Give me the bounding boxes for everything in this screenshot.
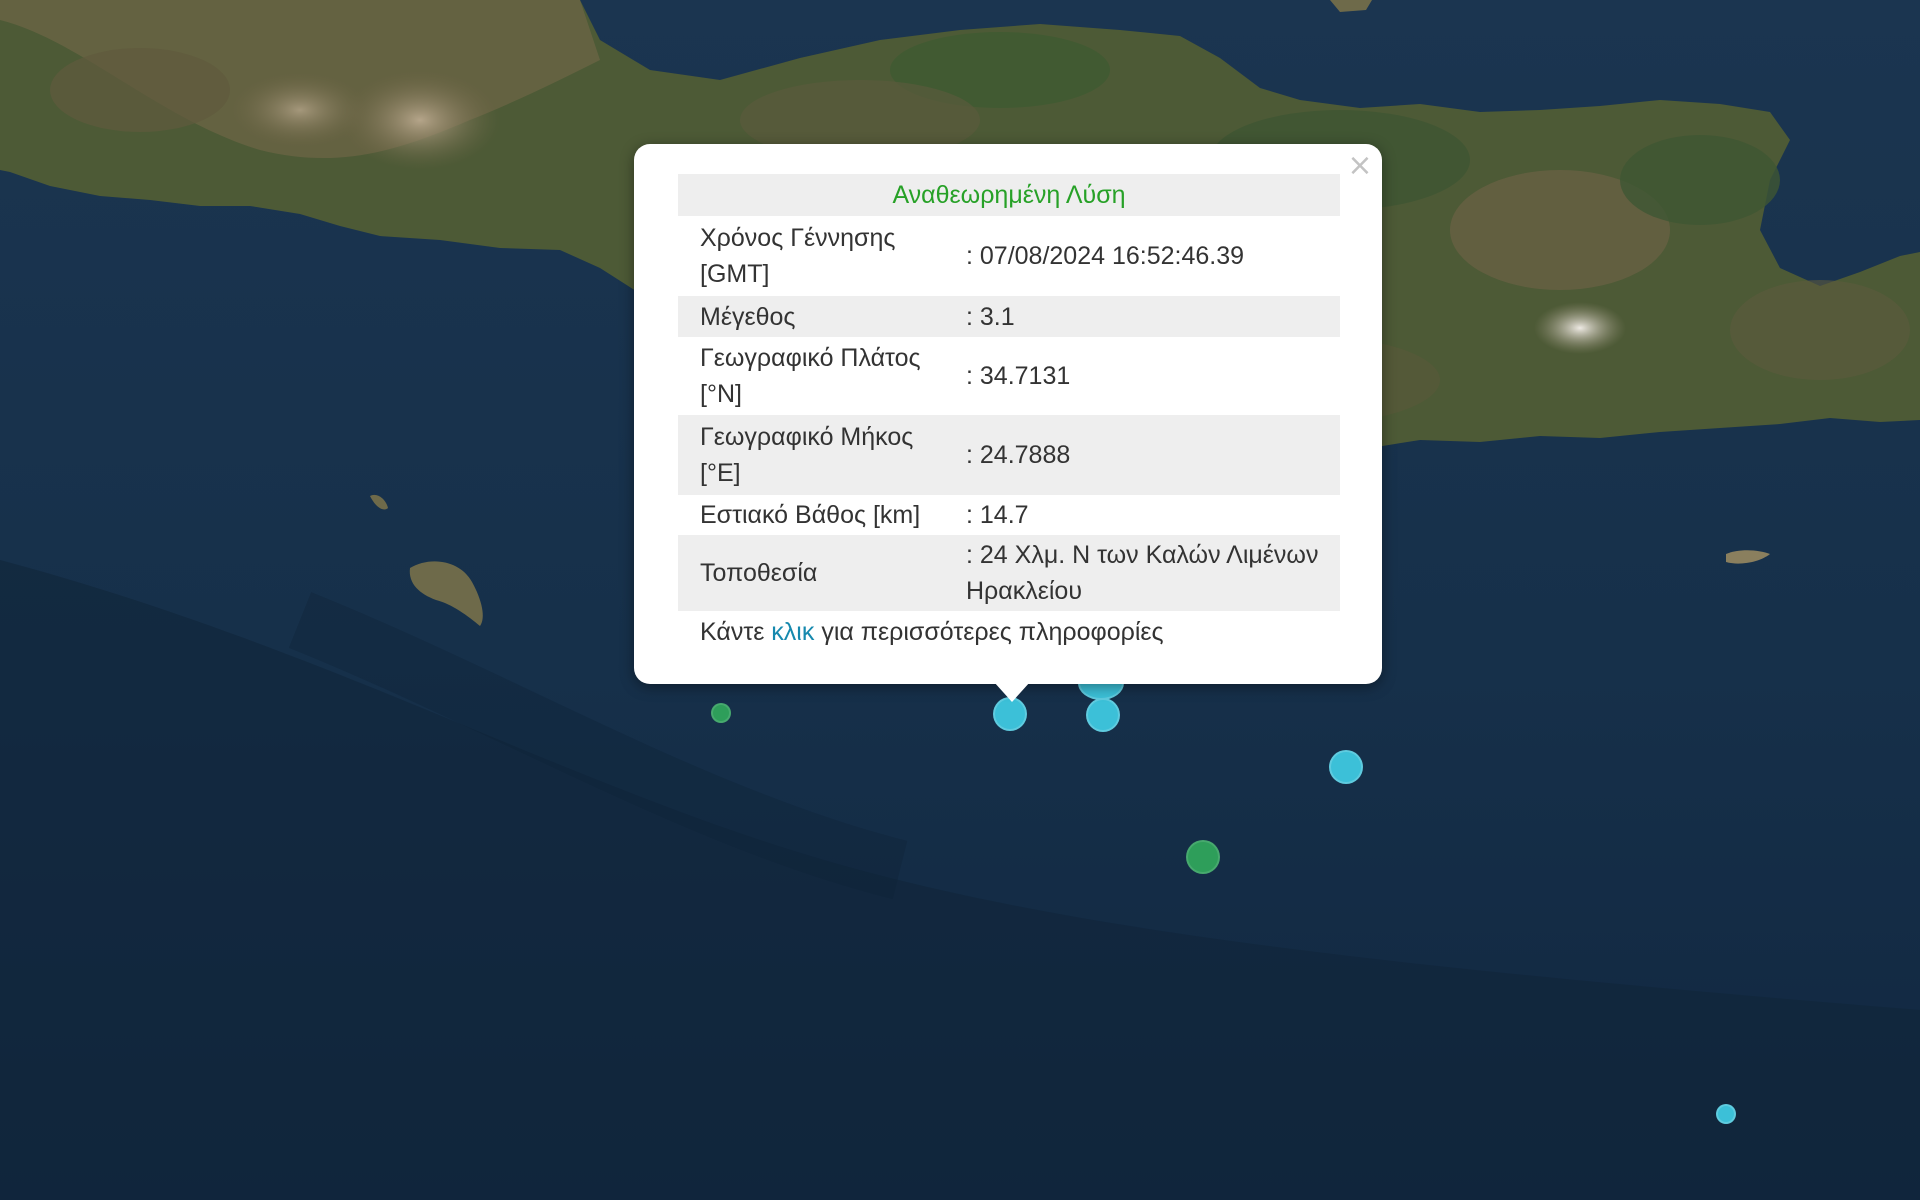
- earthquake-marker[interactable]: [1186, 840, 1220, 874]
- earthquake-marker[interactable]: [1086, 698, 1120, 732]
- detail-label: Μέγεθος: [678, 296, 966, 337]
- footer-text-before: Κάντε: [700, 618, 765, 646]
- popup-title-row: Αναθεωρημένη Λύση: [678, 174, 1340, 216]
- close-icon[interactable]: ×: [1346, 151, 1374, 181]
- popup-tip: [994, 682, 1030, 702]
- earthquake-marker[interactable]: [711, 703, 731, 723]
- detail-value: : 14.7: [966, 501, 1029, 529]
- detail-label: Εστιακό Βάθος [km]: [700, 501, 921, 529]
- detail-value: : 3.1: [966, 296, 1340, 337]
- detail-value: : 07/08/2024 16:52:46.39: [966, 242, 1245, 270]
- popup-footer: Κάντε κλικ για περισσότερες πληροφορίες: [700, 614, 1164, 650]
- detail-value: : 24.7888: [966, 415, 1340, 495]
- detail-value: : 24 Χλμ. Ν των Καλών Λιμένων Ηρακλείου: [966, 535, 1340, 611]
- detail-label: Γεωγραφικό Μήκος [°E]: [678, 415, 966, 495]
- earthquake-marker[interactable]: [1329, 750, 1363, 784]
- detail-value: : 34.7131: [966, 362, 1071, 390]
- detail-row-depth: Εστιακό Βάθος [km] : 14.7: [678, 495, 1340, 535]
- detail-row-location: Τοποθεσία : 24 Χλμ. Ν των Καλών Λιμένων …: [678, 535, 1340, 611]
- footer-text-after: για περισσότερες πληροφορίες: [821, 618, 1164, 646]
- detail-label: Τοποθεσία: [678, 535, 966, 611]
- earthquake-details-table: Αναθεωρημένη Λύση Χρόνος Γέννησης [GMT] …: [678, 174, 1340, 611]
- detail-row-latitude: Γεωγραφικό Πλάτος [°N] : 34.7131: [678, 337, 1340, 415]
- detail-row-longitude: Γεωγραφικό Μήκος [°E] : 24.7888: [678, 415, 1340, 495]
- popup-title: Αναθεωρημένη Λύση: [678, 174, 1340, 216]
- detail-label: Χρόνος Γέννησης [GMT]: [700, 224, 896, 288]
- more-info-link[interactable]: κλικ: [771, 618, 814, 646]
- earthquake-marker-selected[interactable]: [993, 697, 1027, 731]
- detail-label: Γεωγραφικό Πλάτος [°N]: [700, 344, 921, 408]
- detail-row-origin-time: Χρόνος Γέννησης [GMT] : 07/08/2024 16:52…: [678, 216, 1340, 296]
- earthquake-marker[interactable]: [1716, 1104, 1736, 1124]
- detail-row-magnitude: Μέγεθος : 3.1: [678, 296, 1340, 337]
